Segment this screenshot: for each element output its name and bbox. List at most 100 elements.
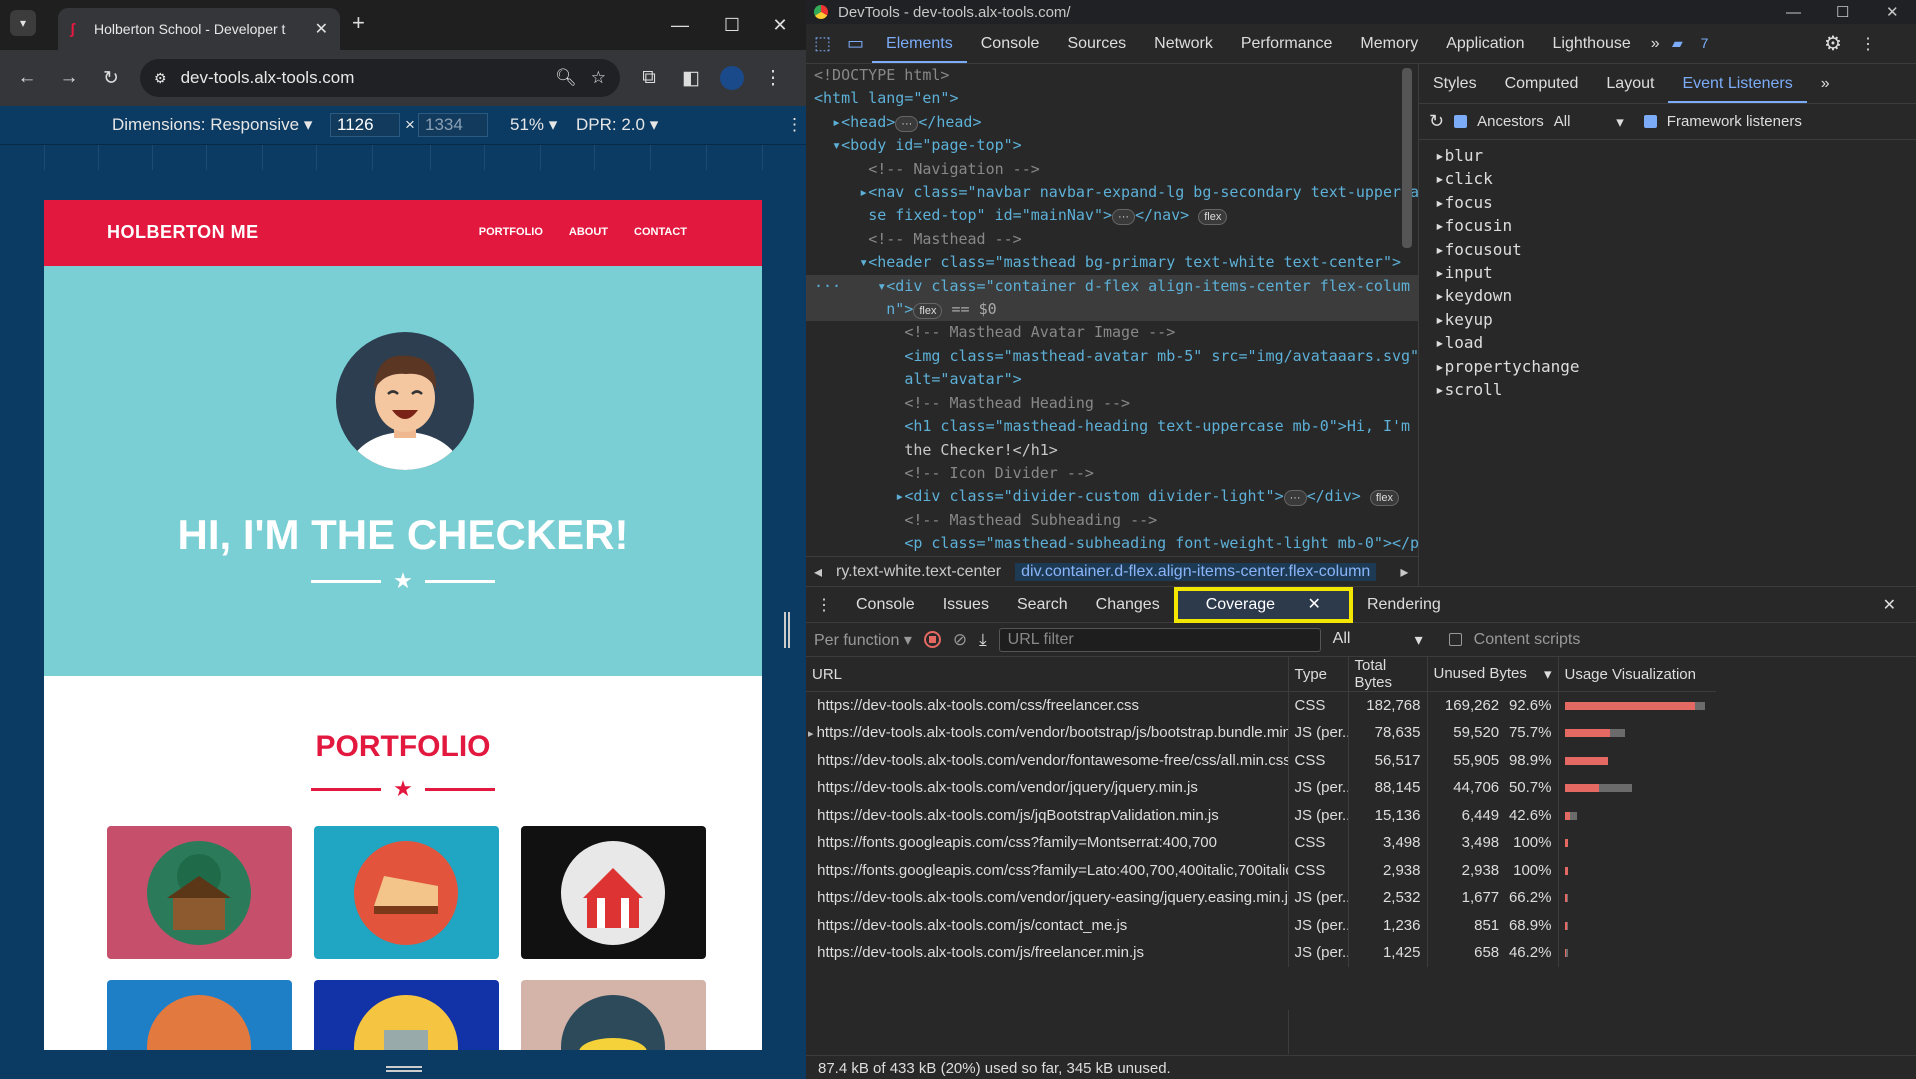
drawer-tab-console[interactable]: Console (842, 596, 929, 614)
framework-checkbox[interactable] (1643, 115, 1657, 128)
coverage-row[interactable]: https://dev-tools.alx-tools.com/js/conta… (806, 911, 1716, 939)
more-sidebar-tabs-icon[interactable]: » (1807, 75, 1844, 93)
issues-badge[interactable]: ▰ 7 (1658, 35, 1736, 52)
col-unused-bytes[interactable]: Unused Bytes ▾ (1427, 657, 1559, 692)
event-listener-item[interactable]: ▸click (1419, 169, 1916, 192)
resize-handle-bottom[interactable] (386, 1066, 422, 1072)
coverage-row[interactable]: ▸ https://dev-tools.alx-tools.com/vendor… (806, 719, 1716, 747)
elements-scrollbar[interactable] (1402, 68, 1412, 248)
export-icon[interactable]: ⤓ (979, 630, 987, 650)
close-drawer-icon[interactable]: ✕ (1869, 595, 1910, 615)
bookmark-star-icon[interactable]: ☆ (591, 68, 606, 88)
event-listener-item[interactable]: ▸focus (1419, 193, 1916, 216)
tree-line[interactable]: ▸<div class="divider-custom divider-ligh… (806, 485, 1418, 508)
extensions-icon[interactable]: ⧉ (636, 67, 662, 89)
tab-network[interactable]: Network (1140, 35, 1227, 53)
reload-icon[interactable]: ↻ (98, 67, 124, 90)
event-listener-item[interactable]: ▸keydown (1419, 286, 1916, 309)
event-listener-item[interactable]: ▸blur (1419, 146, 1916, 169)
tree-line-selected[interactable]: ··· ▾<div class="container d-flex align-… (806, 274, 1418, 299)
event-listener-item[interactable]: ▸focusin (1419, 216, 1916, 239)
media-query-ruler[interactable] (0, 144, 806, 171)
site-brand[interactable]: HOLBERTON ME (107, 222, 259, 243)
drawer-tab-coverage[interactable]: Coverage ✕ (1173, 586, 1353, 623)
event-listener-item[interactable]: ▸scroll (1419, 380, 1916, 403)
devtools-maximize-button[interactable]: ☐ (1836, 3, 1849, 21)
dpr-dropdown[interactable]: DPR: 2.0 ▾ (576, 115, 658, 135)
close-window-button[interactable]: ✕ (760, 8, 800, 42)
coverage-row[interactable]: https://dev-tools.alx-tools.com/vendor/j… (806, 774, 1716, 802)
clear-icon[interactable]: ⊘ (953, 630, 967, 650)
minimize-button[interactable]: — (660, 8, 700, 42)
devtools-close-button[interactable]: ✕ (1886, 3, 1899, 21)
tree-line[interactable]: <img class="masthead-avatar mb-5" src="i… (806, 345, 1418, 368)
drawer-tab-rendering[interactable]: Rendering (1353, 596, 1455, 614)
ancestors-filter-select[interactable]: All ▾ (1554, 113, 1624, 131)
tree-line[interactable]: ▸<head> ··· </head> (806, 111, 1418, 134)
portfolio-item-cake[interactable] (314, 826, 499, 959)
tree-line[interactable]: <!-- Masthead Heading --> (806, 392, 1418, 415)
breadcrumb-item[interactable]: ry.text-white.text-center (836, 563, 1001, 581)
coverage-row[interactable]: https://dev-tools.alx-tools.com/js/jqBoo… (806, 801, 1716, 829)
tree-line[interactable]: the Checker!</h1> (806, 439, 1418, 462)
tree-line[interactable]: alt="avatar"> (806, 368, 1418, 391)
stop-recording-icon[interactable] (923, 631, 941, 648)
tab-elements[interactable]: Elements (872, 25, 967, 63)
tree-line[interactable]: <!-- Masthead Subheading --> (806, 509, 1418, 532)
tab-computed[interactable]: Computed (1491, 75, 1593, 93)
drawer-tab-search[interactable]: Search (1003, 596, 1082, 614)
close-tab-icon[interactable]: ✕ (315, 19, 328, 39)
coverage-row[interactable]: https://dev-tools.alx-tools.com/vendor/f… (806, 746, 1716, 774)
breadcrumb-item-active[interactable]: div.container.d-flex.align-items-center.… (1015, 562, 1377, 581)
inspect-element-icon[interactable]: ⬚ (806, 33, 839, 54)
col-type[interactable]: Type (1288, 657, 1349, 692)
tree-line[interactable]: <!-- Masthead --> (806, 228, 1418, 251)
tree-line[interactable]: ▸<nav class="navbar navbar-expand-lg bg-… (806, 181, 1418, 204)
portfolio-item-game[interactable] (107, 980, 292, 1050)
drawer-tab-changes[interactable]: Changes (1082, 596, 1174, 614)
coverage-row[interactable]: https://dev-tools.alx-tools.com/vendor/j… (806, 884, 1716, 912)
portfolio-item-submarine[interactable] (521, 980, 706, 1050)
profile-avatar[interactable] (720, 66, 744, 90)
back-icon[interactable]: ← (14, 67, 40, 89)
col-total-bytes[interactable]: Total Bytes (1348, 657, 1428, 692)
forward-icon[interactable]: → (56, 67, 82, 89)
tree-line[interactable]: ▾<header class="masthead bg-primary text… (806, 251, 1418, 274)
tab-styles[interactable]: Styles (1419, 75, 1491, 93)
device-more-icon[interactable]: ⋮ (786, 115, 803, 135)
nav-link-about[interactable]: ABOUT (569, 226, 608, 238)
nav-link-contact[interactable]: CONTACT (634, 226, 687, 238)
tree-line[interactable]: <!-- Masthead Avatar Image --> (806, 321, 1418, 344)
close-coverage-icon[interactable]: ✕ (1294, 596, 1335, 613)
new-tab-button[interactable]: + (352, 10, 365, 36)
tab-sources[interactable]: Sources (1053, 35, 1140, 53)
drawer-tab-issues[interactable]: Issues (929, 596, 1003, 614)
tab-console[interactable]: Console (967, 35, 1054, 53)
tree-line[interactable]: <!-- Navigation --> (806, 158, 1418, 181)
event-listener-item[interactable]: ▸load (1419, 333, 1916, 356)
breadcrumb-left-arrow[interactable]: ◂ (814, 562, 822, 582)
site-settings-icon[interactable]: ⚙ (154, 70, 167, 87)
tab-memory[interactable]: Memory (1346, 35, 1432, 53)
devtools-menu-icon[interactable]: ⋮ (1846, 34, 1890, 54)
tree-line[interactable]: <p class="masthead-subheading font-weigh… (806, 532, 1418, 555)
tree-line[interactable]: se fixed-top" id="mainNav"> ··· </nav> fle… (806, 204, 1418, 227)
width-input[interactable]: 1126 (330, 113, 400, 137)
resize-handle-right[interactable] (784, 612, 790, 648)
zoom-dropdown[interactable]: 51% ▾ (510, 115, 557, 135)
drawer-menu-icon[interactable]: ⋮ (806, 595, 842, 615)
event-listener-item[interactable]: ▸keyup (1419, 310, 1916, 333)
tab-performance[interactable]: Performance (1227, 35, 1347, 53)
tab-event-listeners[interactable]: Event Listeners (1668, 65, 1807, 103)
coverage-row[interactable]: https://dev-tools.alx-tools.com/css/free… (806, 691, 1716, 719)
breadcrumb-right-arrow[interactable]: ▸ (1400, 562, 1408, 582)
coverage-row[interactable]: https://fonts.googleapis.com/css?family=… (806, 829, 1716, 857)
portfolio-item-circus[interactable] (521, 826, 706, 959)
tree-line[interactable]: <!-- Icon Divider --> (806, 462, 1418, 485)
devtools-minimize-button[interactable]: — (1786, 4, 1801, 21)
content-scripts-checkbox[interactable] (1448, 633, 1462, 646)
nav-link-portfolio[interactable]: PORTFOLIO (479, 226, 543, 238)
maximize-button[interactable]: ☐ (712, 8, 752, 42)
height-input[interactable]: 1334 (418, 113, 488, 137)
menu-icon[interactable]: ⋮ (760, 67, 786, 90)
